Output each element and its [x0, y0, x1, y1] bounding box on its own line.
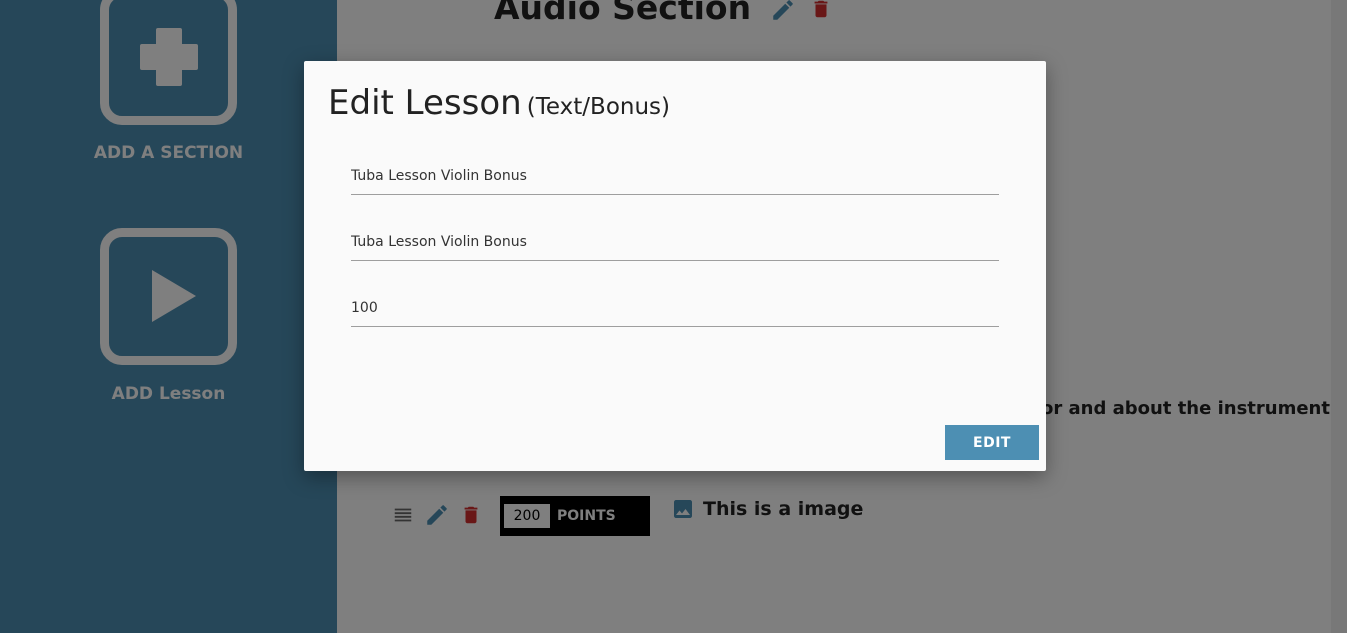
- edit-submit-button[interactable]: EDIT: [945, 425, 1039, 460]
- lesson-title-input[interactable]: [351, 161, 999, 191]
- dialog-title-sub: (Text/Bonus): [526, 94, 670, 120]
- lesson-description-input[interactable]: [351, 227, 999, 257]
- lesson-points-field: [351, 293, 999, 327]
- lesson-points-input[interactable]: [351, 293, 999, 323]
- dialog-title-main: Edit Lesson: [328, 83, 522, 123]
- lesson-description-field: [351, 227, 999, 261]
- edit-lesson-dialog: Edit Lesson (Text/Bonus) EDIT: [304, 61, 1046, 471]
- dialog-title: Edit Lesson (Text/Bonus): [328, 83, 670, 123]
- lesson-title-field: [351, 161, 999, 195]
